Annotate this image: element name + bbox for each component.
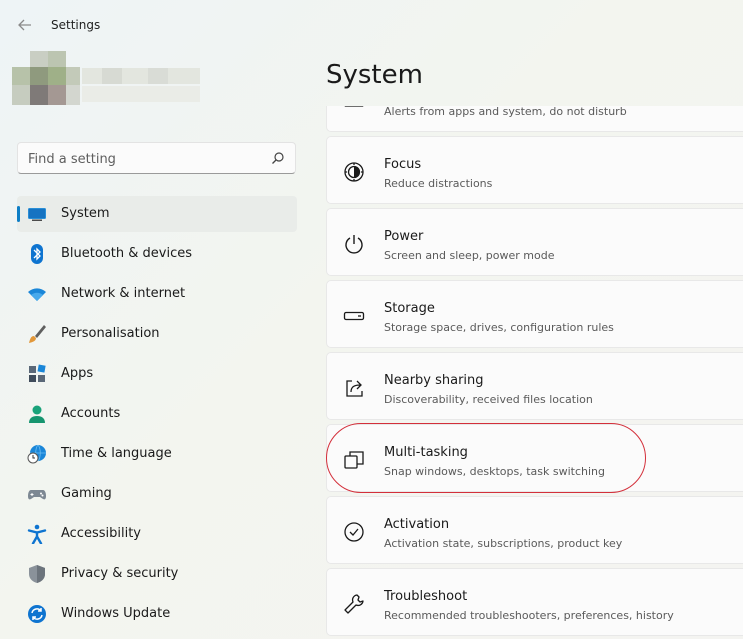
settings-list: Alerts from apps and system, do not dist…	[326, 106, 743, 639]
card-title: Activation	[384, 517, 450, 532]
card-subtitle: Screen and sleep, power mode	[384, 249, 555, 262]
card-subtitle: Reduce distractions	[384, 177, 493, 190]
card-title: Troubleshoot	[384, 589, 468, 604]
sidebar-item-label: Time & language	[61, 446, 172, 461]
sidebar-item-bluetooth[interactable]: Bluetooth & devices	[17, 236, 297, 272]
bell-icon	[344, 106, 364, 107]
title-bar: Settings	[0, 0, 743, 50]
sidebar-item-label: Privacy & security	[61, 566, 179, 581]
app-title: Settings	[51, 18, 101, 32]
bluetooth-icon	[31, 244, 43, 264]
card-title: Focus	[384, 157, 422, 172]
sidebar-item-accessibility[interactable]: Accessibility	[17, 516, 297, 552]
gamepad-icon	[28, 490, 46, 500]
card-title: Nearby sharing	[384, 373, 484, 388]
sidebar-item-system[interactable]: System	[17, 196, 297, 232]
sidebar-item-label: Bluetooth & devices	[61, 246, 192, 261]
card-notifications[interactable]: Alerts from apps and system, do not dist…	[326, 106, 743, 132]
sidebar-item-label: Apps	[61, 366, 94, 381]
user-profile-blurred[interactable]	[12, 50, 212, 106]
search-box[interactable]	[17, 142, 296, 174]
card-focus[interactable]: Focus Reduce distractions	[326, 136, 743, 204]
card-title: Storage	[384, 301, 435, 316]
settings-window: Settings System	[0, 0, 743, 639]
power-icon	[345, 235, 363, 254]
monitor-icon	[28, 208, 46, 221]
page-title: System	[326, 60, 423, 90]
search-icon[interactable]	[271, 151, 285, 165]
card-subtitle: Recommended troubleshooters, preferences…	[384, 609, 674, 622]
sidebar-item-privacy-security[interactable]: Privacy & security	[17, 556, 297, 592]
sidebar-item-apps[interactable]: Apps	[17, 356, 297, 392]
card-nearby-sharing[interactable]: Nearby sharing Discoverability, received…	[326, 352, 743, 420]
multitask-icon	[344, 451, 364, 469]
drive-icon	[343, 311, 365, 321]
sidebar-item-label: Gaming	[61, 486, 112, 501]
sidebar-item-gaming[interactable]: Gaming	[17, 476, 297, 512]
back-button[interactable]	[14, 14, 36, 36]
globe-clock-icon	[27, 444, 46, 464]
search-input[interactable]	[28, 149, 263, 169]
person-icon	[29, 405, 45, 423]
apps-icon	[29, 364, 46, 382]
sidebar-item-label: Accounts	[61, 406, 121, 421]
card-power[interactable]: Power Screen and sleep, power mode	[326, 208, 743, 276]
sidebar-item-label: System	[61, 206, 110, 221]
wifi-icon	[28, 288, 46, 301]
share-icon	[346, 380, 363, 397]
shield-icon	[29, 565, 45, 583]
sidebar-item-time-language[interactable]: Time & language	[17, 436, 297, 472]
card-title: Power	[384, 229, 424, 244]
sidebar-item-label: Network & internet	[61, 286, 186, 301]
back-arrow-icon	[18, 19, 31, 31]
sidebar-item-label: Personalisation	[61, 326, 160, 341]
card-subtitle: Alerts from apps and system, do not dist…	[384, 106, 627, 118]
card-subtitle: Discoverability, received files location	[384, 393, 593, 406]
sidebar-item-accounts[interactable]: Accounts	[17, 396, 297, 432]
check-circle-icon	[344, 522, 364, 542]
card-subtitle: Snap windows, desktops, task switching	[384, 465, 606, 478]
card-title: Multi-tasking	[384, 445, 468, 460]
sidebar-item-label: Windows Update	[61, 606, 171, 621]
card-subtitle: Activation state, subscriptions, product…	[384, 537, 623, 550]
sidebar-nav: System Bluetooth & devices Network & int…	[17, 196, 297, 636]
sidebar-item-network[interactable]: Network & internet	[17, 276, 297, 312]
brush-icon	[29, 325, 46, 343]
wrench-icon	[344, 594, 364, 614]
card-multi-tasking[interactable]: Multi-tasking Snap windows, desktops, ta…	[326, 424, 743, 492]
accessibility-icon	[27, 524, 47, 544]
card-storage[interactable]: Storage Storage space, drives, configura…	[326, 280, 743, 348]
sidebar-item-personalisation[interactable]: Personalisation	[17, 316, 297, 352]
sidebar-item-label: Accessibility	[61, 526, 141, 541]
card-activation[interactable]: Activation Activation state, subscriptio…	[326, 496, 743, 564]
card-troubleshoot[interactable]: Troubleshoot Recommended troubleshooters…	[326, 568, 743, 636]
sync-icon	[28, 605, 46, 623]
sidebar-item-windows-update[interactable]: Windows Update	[17, 596, 297, 632]
focus-icon	[344, 162, 364, 182]
card-subtitle: Storage space, drives, configuration rul…	[384, 321, 614, 334]
